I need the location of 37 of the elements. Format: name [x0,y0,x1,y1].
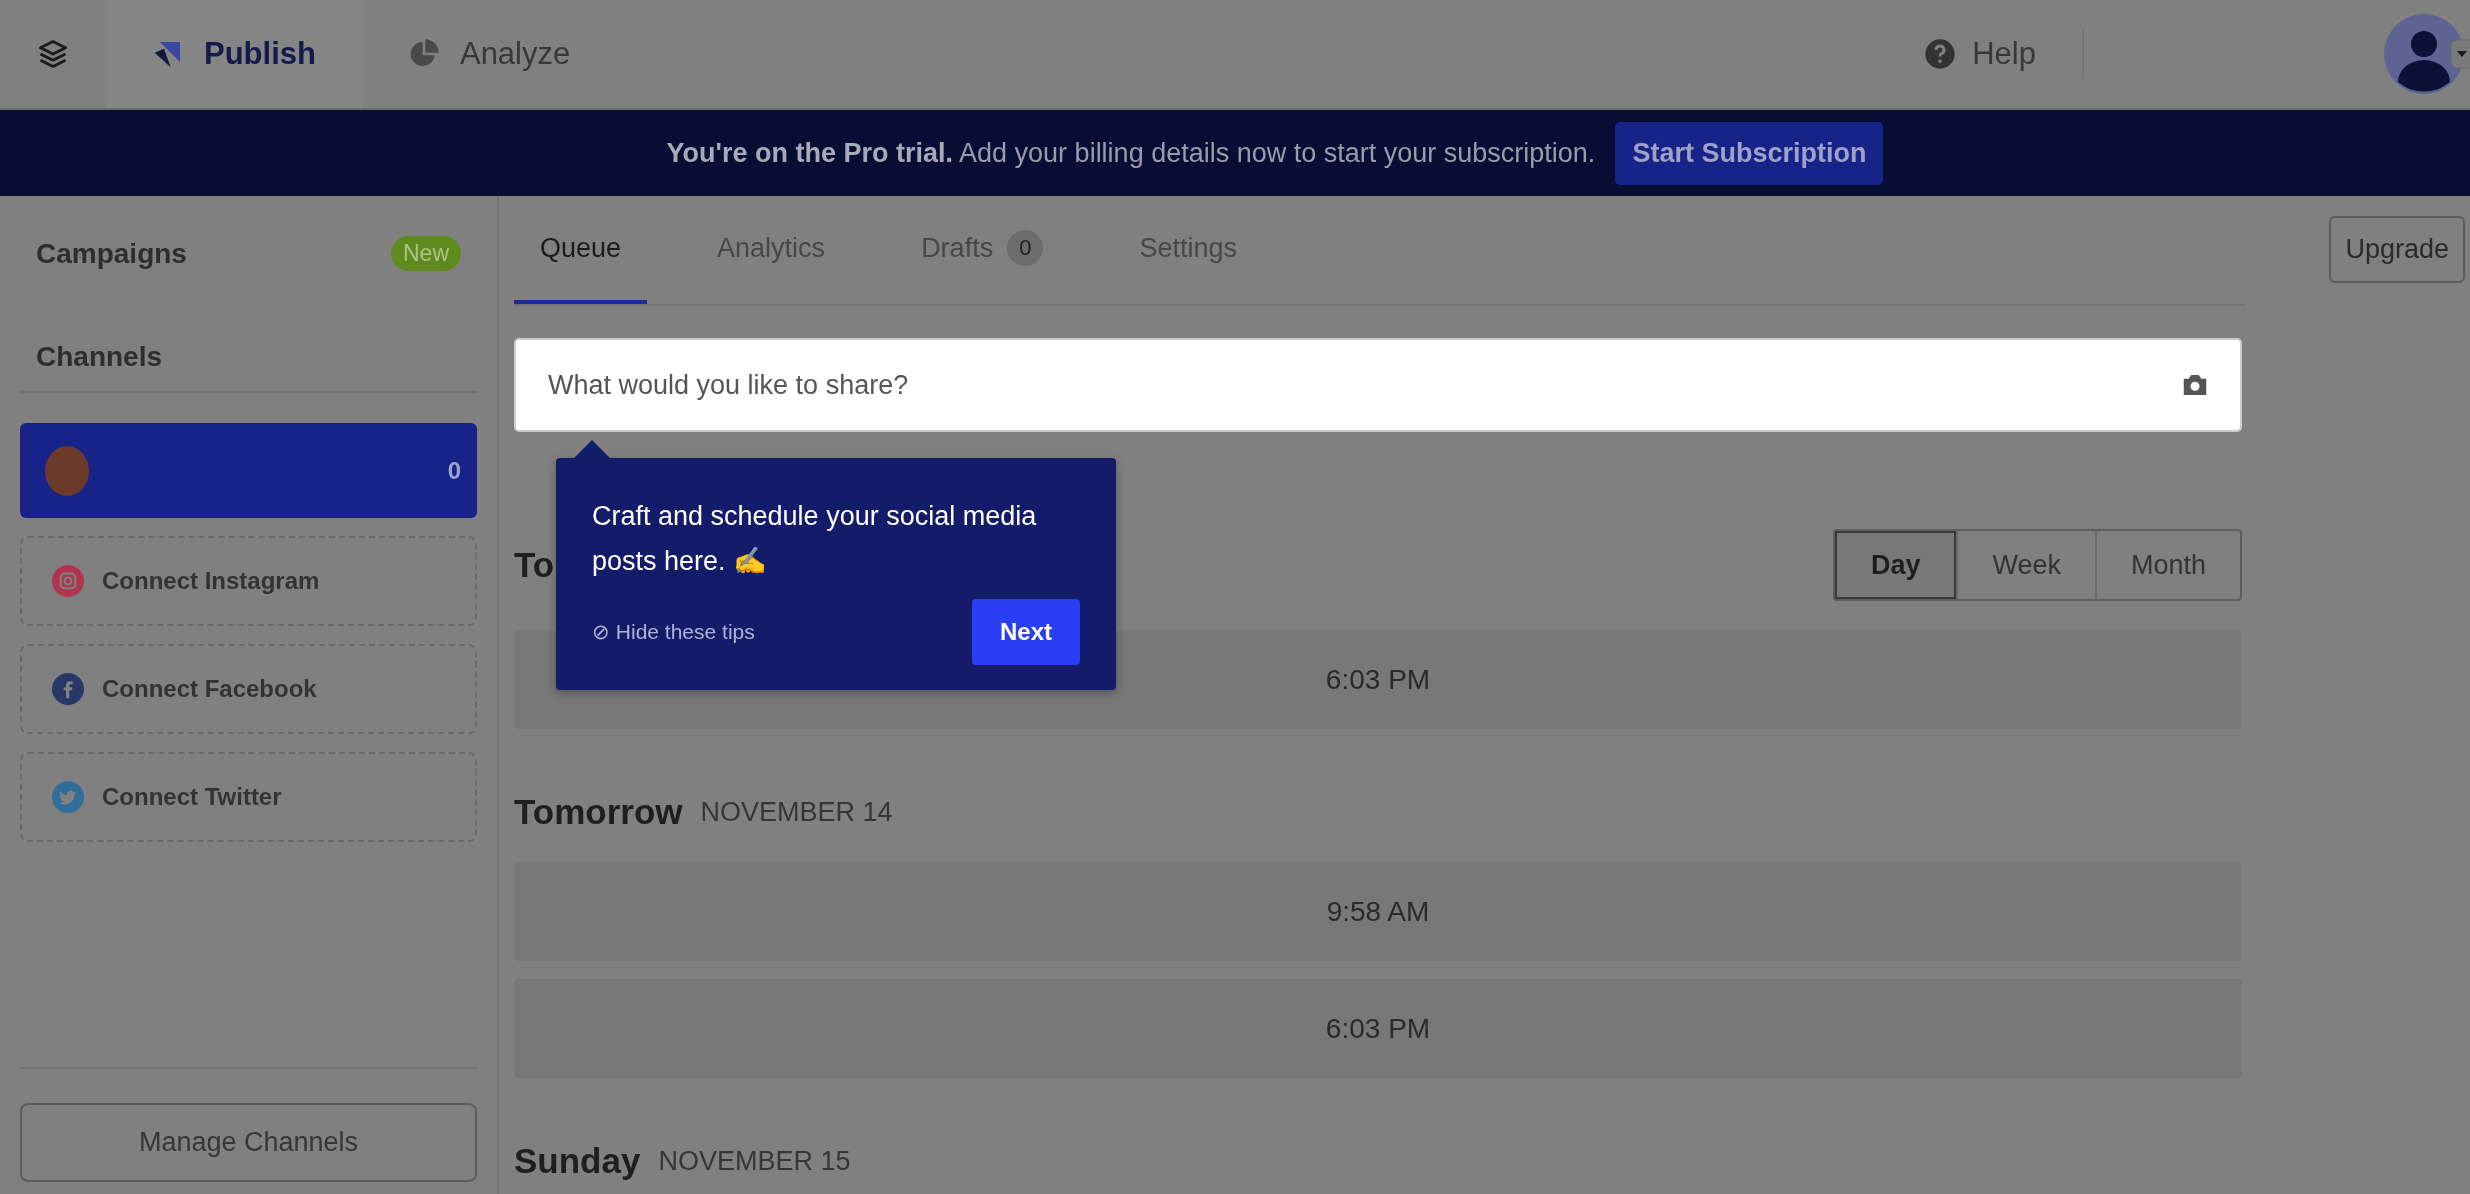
new-badge: New [391,236,461,271]
nav-tab[interactable]: Analyze [361,0,617,108]
range-toggle[interactable]: Week [1956,531,2095,599]
composer-field[interactable]: What would you like to share? [514,338,2242,432]
queue-tab[interactable]: Queue [514,196,648,304]
connect-channel-button[interactable]: Connect Instagram [20,536,477,626]
manage-channels-button[interactable]: Manage Channels [20,1103,477,1182]
caret-icon[interactable] [2450,39,2470,69]
nav-tab[interactable]: Publish [106,0,362,108]
start-subscription-button[interactable]: Start Subscription [1615,121,1884,185]
connect-channel-button[interactable]: Connect Facebook [20,644,477,734]
layers-icon[interactable] [38,39,68,69]
channel-item[interactable]: 0 [20,423,477,518]
time-slot[interactable]: 6:03 PM [514,979,2242,1078]
range-toggle[interactable]: Month [2094,531,2240,599]
day-title: Sunday [514,1141,641,1181]
queue-tab[interactable]: Analytics [691,196,852,304]
upgrade-button[interactable]: Upgrade [2329,216,2465,283]
channels-heading: Channels [20,271,477,393]
trial-message: You're on the Pro trial. Add your billing details now to start your subscription. [666,137,1596,169]
help-icon [1924,38,1957,70]
connect-channel-button[interactable]: Connect Twitter [20,752,477,842]
help-link[interactable]: Help [1924,36,2036,72]
count-badge: 0 [1007,230,1044,266]
queue-tab[interactable]: Settings [1113,196,1263,304]
time-slot[interactable]: 9:58 AM [514,862,2242,961]
campaigns-label[interactable]: Campaigns [36,237,187,270]
tip-text: Craft and schedule your social media posts here. ✍ [592,500,1038,578]
day-title: To [514,545,555,585]
next-button[interactable]: Next [971,599,1080,666]
day-date: NOVEMBER 14 [700,796,893,828]
day-title: Tomorrow [514,792,683,832]
post-count: 0 [447,456,461,485]
avatar-icon[interactable] [2384,14,2464,94]
range-toggle[interactable]: Day [1834,531,1957,599]
day-date: NOVEMBER 15 [658,1145,851,1177]
queue-tab[interactable]: Drafts 0 [895,196,1070,304]
